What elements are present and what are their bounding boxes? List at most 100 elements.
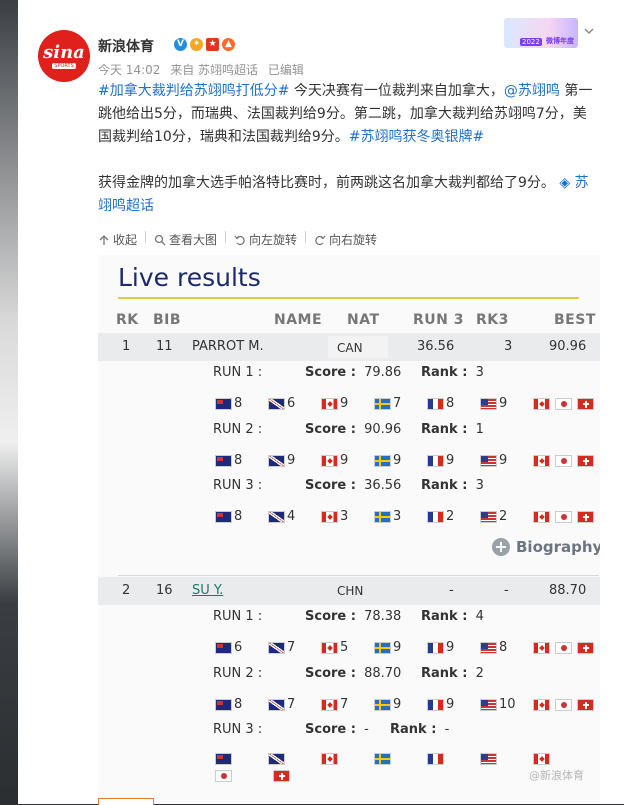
judge-score: 9 bbox=[374, 453, 427, 468]
usa-flag-icon bbox=[480, 641, 497, 654]
sweden-flag-icon bbox=[374, 454, 391, 467]
judge-score: 9 bbox=[374, 640, 427, 655]
australia-flag-icon bbox=[215, 753, 232, 765]
athlete-name-link[interactable]: SU Y. bbox=[192, 583, 223, 598]
china-flag-icon: ★ bbox=[206, 38, 219, 51]
judge-value: 9 bbox=[393, 453, 402, 468]
uk-flag-icon bbox=[268, 641, 285, 654]
rank-field: Rank : 2 bbox=[421, 666, 484, 681]
post-edited[interactable]: 已编辑 bbox=[268, 63, 304, 77]
australia-flag-icon bbox=[215, 510, 232, 523]
mention-su-yiming[interactable]: @苏翊鸣 bbox=[504, 83, 560, 99]
header-run3: RUN 3 bbox=[413, 312, 464, 328]
collapse-button[interactable]: 收起 bbox=[98, 231, 137, 248]
judge-value: 8 bbox=[234, 509, 243, 524]
rank-label: Rank : bbox=[421, 365, 468, 380]
canada-flag-icon bbox=[533, 641, 550, 654]
australia-flag-icon bbox=[215, 698, 232, 711]
score-field: Score : - bbox=[305, 722, 369, 737]
judge-value: 9 bbox=[393, 697, 402, 712]
judge-score: 2 bbox=[427, 509, 480, 524]
biography-button[interactable]: + Biography bbox=[492, 538, 600, 556]
judge-score: 8 bbox=[427, 396, 480, 411]
judge-score: 8 bbox=[480, 640, 533, 655]
judge-score: 9 bbox=[480, 453, 533, 468]
judge-value: 4 bbox=[287, 509, 296, 524]
judge-score: 9 bbox=[480, 396, 533, 411]
rotate-left-button[interactable]: 向左旋转 bbox=[234, 231, 297, 248]
post-text-fragment: 今天决赛有一位裁判来自加拿大， bbox=[289, 83, 504, 99]
judge-value: 3 bbox=[393, 509, 402, 524]
judge-value: 9 bbox=[499, 396, 508, 411]
image-toolbar: 收起 查看大图 向左旋转 向右旋转 bbox=[98, 231, 377, 248]
results-title: Live results bbox=[118, 263, 261, 292]
toolbar-divider bbox=[305, 231, 307, 243]
sweden-flag-icon bbox=[374, 753, 391, 765]
run-line: RUN 1 : bbox=[213, 365, 262, 380]
score-field: Score : 88.70 bbox=[305, 666, 401, 681]
judge-value: 8 bbox=[234, 453, 243, 468]
judge-value: 8 bbox=[234, 396, 243, 411]
view-large-label: 查看大图 bbox=[169, 233, 218, 247]
rank-label: Rank : bbox=[390, 722, 437, 737]
run-score: 78.38 bbox=[364, 609, 402, 624]
rotate-right-button[interactable]: 向右旋转 bbox=[314, 231, 377, 248]
view-large-button[interactable]: 查看大图 bbox=[154, 231, 217, 248]
judge-flag-row bbox=[215, 753, 555, 765]
rank-field: Rank : 3 bbox=[421, 365, 484, 380]
canada-flag-icon bbox=[321, 641, 338, 654]
judge-flag-row: 8 7 7 9 9 10 bbox=[215, 697, 599, 712]
uk-flag-icon bbox=[268, 397, 285, 410]
sweden-flag-icon bbox=[374, 397, 391, 410]
run-score: 88.70 bbox=[364, 666, 402, 681]
post-source[interactable]: 来自 苏翊鸣超话 bbox=[170, 63, 258, 77]
run-rank: 2 bbox=[475, 666, 484, 681]
judge-value: 9 bbox=[340, 453, 349, 468]
results-image[interactable]: Live results RK BIB NAME NAT RUN 3 RK3 B… bbox=[98, 255, 600, 804]
run-score: 36.56 bbox=[364, 478, 402, 493]
annual-banner[interactable]: 2022 微博年度 bbox=[504, 18, 578, 48]
athlete-bib: 11 bbox=[156, 339, 173, 354]
judge-score: 9 bbox=[427, 640, 480, 655]
run-label: RUN 1 : bbox=[213, 365, 263, 380]
uk-flag-icon bbox=[268, 454, 285, 467]
plus-icon: + bbox=[492, 538, 510, 556]
hashtag-silver-medal[interactable]: #苏翊鸣获冬奥银牌# bbox=[349, 129, 484, 145]
switzerland-flag-icon bbox=[577, 397, 594, 410]
avatar[interactable]: sina SPORTS bbox=[38, 30, 90, 82]
judge-flag-row-wrap bbox=[215, 770, 295, 782]
usa-flag-icon bbox=[480, 397, 497, 410]
judge-score: 7 bbox=[268, 697, 321, 712]
judge-value: 9 bbox=[446, 697, 455, 712]
japan-flag-icon bbox=[555, 397, 572, 410]
canada-flag-icon bbox=[533, 397, 550, 410]
run-line: RUN 2 : bbox=[213, 422, 262, 437]
canada-flag-icon bbox=[533, 510, 550, 523]
judge-score: 7 bbox=[374, 396, 427, 411]
header-nat: NAT bbox=[347, 312, 380, 328]
banner-text: 微博年度 bbox=[546, 37, 574, 45]
author-name[interactable]: 新浪体育 bbox=[98, 36, 154, 56]
athlete-run3: 36.56 bbox=[417, 339, 455, 354]
judge-score: 6 bbox=[268, 396, 321, 411]
run-rank: 4 bbox=[475, 609, 484, 624]
fire-badge-icon: ▲ bbox=[222, 38, 235, 51]
france-flag-icon bbox=[427, 641, 444, 654]
chevron-down-icon[interactable] bbox=[584, 26, 594, 36]
switzerland-flag-icon bbox=[577, 641, 594, 654]
magnifier-icon bbox=[154, 234, 166, 245]
gold-badge-icon: ✦ bbox=[190, 38, 203, 51]
usa-flag-icon bbox=[480, 753, 497, 765]
score-label: Score : bbox=[305, 365, 356, 380]
judge-value: 9 bbox=[446, 453, 455, 468]
judge-score: 9 bbox=[374, 697, 427, 712]
header-best: BEST bbox=[554, 312, 596, 328]
judge-score: 8 bbox=[215, 697, 268, 712]
hashtag-canada-judge[interactable]: #加拿大裁判给苏翊鸣打低分# bbox=[98, 83, 289, 99]
toolbar-divider bbox=[145, 231, 147, 243]
judge-score: 9 bbox=[268, 453, 321, 468]
post-time[interactable]: 今天 14:02 bbox=[98, 63, 160, 77]
judge-score bbox=[268, 753, 321, 765]
judge-score bbox=[480, 753, 533, 765]
score-label: Score : bbox=[305, 422, 356, 437]
